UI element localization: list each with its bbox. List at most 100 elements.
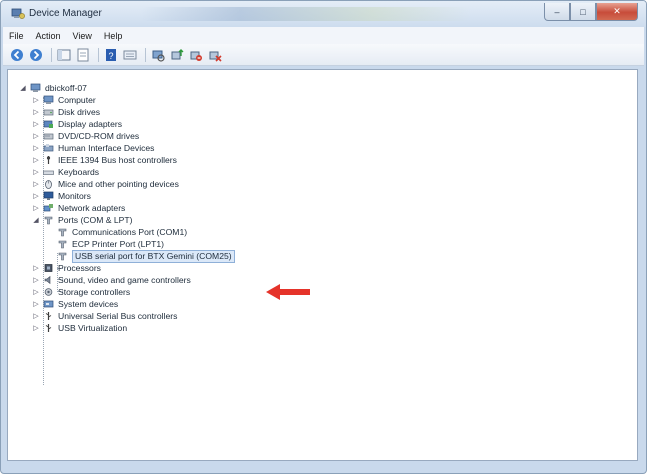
network-adapter-icon	[43, 204, 53, 212]
help-icon[interactable]: ?	[103, 47, 119, 63]
pointer-arrow-icon	[266, 284, 310, 300]
display-adapter-icon	[43, 120, 53, 128]
device-manager-window: Device Manager – □ ✕ File Action View He…	[0, 0, 647, 474]
expand-arrow-icon[interactable]: ▷	[32, 168, 40, 176]
update-driver-icon[interactable]	[169, 47, 185, 63]
collapse-triangle-icon[interactable]: ◢	[19, 84, 27, 92]
menu-file[interactable]: File	[3, 31, 30, 41]
tree-item-system-devices[interactable]: ▷ System devices	[32, 298, 118, 310]
dvd-drive-icon	[43, 133, 54, 140]
expand-arrow-icon[interactable]: ▷	[32, 300, 40, 308]
tree-item-label: Keyboards	[58, 166, 100, 177]
disk-drive-icon	[43, 109, 54, 116]
tree-item-display-adapters[interactable]: ▷ Display adapters	[32, 118, 122, 130]
tree-item-network-adapters[interactable]: ▷ Network adapters	[32, 202, 125, 214]
tree-item-usb-virtualization[interactable]: ▷ USB Virtualization	[32, 322, 127, 334]
tree-item-mice[interactable]: ▷ Mice and other pointing devices	[32, 178, 179, 190]
tree-item-ieee1394[interactable]: ▷ IEEE 1394 Bus host controllers	[32, 154, 177, 166]
device-manager-icon	[11, 8, 25, 19]
tree-item-label: Monitors	[58, 190, 91, 201]
port-icon	[58, 240, 67, 249]
tree-item-ports[interactable]: ◢ Ports (COM & LPT)	[32, 214, 133, 226]
tree-item-label: Human Interface Devices	[58, 142, 155, 153]
tree-child-usb-serial-com25[interactable]: USB serial port for BTX Gemini (COM25)	[57, 249, 235, 263]
minimize-icon: –	[554, 6, 560, 17]
collapse-triangle-icon[interactable]: ◢	[32, 216, 40, 224]
expand-arrow-icon[interactable]: ▷	[32, 108, 40, 116]
tree-item-label: DVD/CD-ROM drives	[58, 130, 140, 141]
port-icon	[58, 228, 67, 237]
tree-item-disk-drives[interactable]: ▷ Disk drives	[32, 106, 100, 118]
tree-item-label: Communications Port (COM1)	[72, 226, 188, 237]
toolbar: ?	[3, 44, 644, 66]
console-tree-icon[interactable]	[56, 47, 72, 63]
expand-arrow-icon[interactable]: ▷	[32, 324, 40, 332]
expand-arrow-icon[interactable]: ▷	[32, 276, 40, 284]
minimize-button[interactable]: –	[544, 3, 570, 21]
expand-arrow-icon[interactable]: ▷	[32, 144, 40, 152]
menu-bar: File Action View Help	[3, 27, 644, 45]
maximize-icon: □	[580, 6, 586, 17]
tree-child-lpt1[interactable]: ECP Printer Port (LPT1)	[57, 238, 164, 250]
port-icon	[44, 216, 53, 225]
menu-help[interactable]: Help	[98, 31, 129, 41]
tree-item-monitors[interactable]: ▷ Monitors	[32, 190, 91, 202]
tree-item-label: Display adapters	[58, 118, 123, 129]
tree-root-label: dbickoff-07	[45, 82, 87, 93]
view-icon[interactable]	[122, 47, 138, 63]
disable-device-icon[interactable]	[188, 47, 204, 63]
expand-arrow-icon[interactable]: ▷	[32, 192, 40, 200]
hid-icon	[43, 144, 54, 152]
tree-item-usb-controllers[interactable]: ▷ Universal Serial Bus controllers	[32, 310, 177, 322]
uninstall-device-icon[interactable]	[207, 47, 223, 63]
computer-icon	[30, 83, 41, 92]
svg-text:?: ?	[108, 51, 113, 61]
tree-root[interactable]: ◢ dbickoff-07	[19, 82, 87, 94]
expand-arrow-icon[interactable]: ▷	[32, 96, 40, 104]
expand-arrow-icon[interactable]: ▷	[32, 120, 40, 128]
tree-item-label: System devices	[58, 298, 119, 309]
usb-icon	[45, 312, 52, 320]
device-tree-pane[interactable]: ◢ dbickoff-07 ▷ Computer ▷ Disk drives ▷…	[7, 69, 638, 461]
expand-arrow-icon[interactable]: ▷	[32, 132, 40, 140]
tree-item-keyboards[interactable]: ▷ Keyboards	[32, 166, 99, 178]
toolbar-separator	[51, 47, 52, 62]
close-button[interactable]: ✕	[596, 3, 638, 21]
tree-item-processors[interactable]: ▷ Processors	[32, 262, 101, 274]
sound-icon	[44, 275, 51, 285]
tree-item-label: Sound, video and game controllers	[58, 274, 191, 285]
keyboard-icon	[43, 170, 54, 175]
back-arrow-icon[interactable]	[9, 47, 25, 63]
tree-child-com1[interactable]: Communications Port (COM1)	[57, 226, 187, 238]
menu-view[interactable]: View	[67, 31, 98, 41]
tree-item-sound[interactable]: ▷ Sound, video and game controllers	[32, 274, 191, 286]
expand-arrow-icon[interactable]: ▷	[32, 180, 40, 188]
tree-item-label: Universal Serial Bus controllers	[58, 310, 178, 321]
expand-arrow-icon[interactable]: ▷	[32, 204, 40, 212]
tree-item-label: Storage controllers	[58, 286, 131, 297]
scan-hardware-icon[interactable]	[150, 47, 166, 63]
tree-item-label: ECP Printer Port (LPT1)	[72, 238, 165, 249]
toolbar-separator	[98, 47, 99, 62]
expand-arrow-icon[interactable]: ▷	[32, 288, 40, 296]
expand-arrow-icon[interactable]: ▷	[32, 156, 40, 164]
maximize-button[interactable]: □	[570, 3, 596, 21]
tree-item-label: Network adapters	[58, 202, 126, 213]
expand-arrow-icon[interactable]: ▷	[32, 312, 40, 320]
tree-item-label: IEEE 1394 Bus host controllers	[58, 154, 177, 165]
menu-action[interactable]: Action	[30, 31, 67, 41]
tree-item-computer[interactable]: ▷ Computer	[32, 94, 95, 106]
tree-item-label: USB serial port for BTX Gemini (COM25)	[72, 249, 235, 263]
monitor-icon	[43, 191, 54, 200]
tree-item-label: Ports (COM & LPT)	[58, 214, 133, 225]
forward-arrow-icon[interactable]	[28, 47, 44, 63]
tree-item-dvd-drives[interactable]: ▷ DVD/CD-ROM drives	[32, 130, 139, 142]
title-bar[interactable]: Device Manager – □ ✕	[1, 1, 646, 27]
tree-item-storage-controllers[interactable]: ▷ Storage controllers	[32, 286, 130, 298]
tree-item-hid[interactable]: ▷ Human Interface Devices	[32, 142, 154, 154]
expand-arrow-icon[interactable]: ▷	[32, 264, 40, 272]
usb-icon	[45, 324, 52, 332]
properties-sheet-icon[interactable]	[75, 47, 91, 63]
window-title: Device Manager	[29, 8, 102, 19]
toolbar-separator	[145, 47, 146, 62]
